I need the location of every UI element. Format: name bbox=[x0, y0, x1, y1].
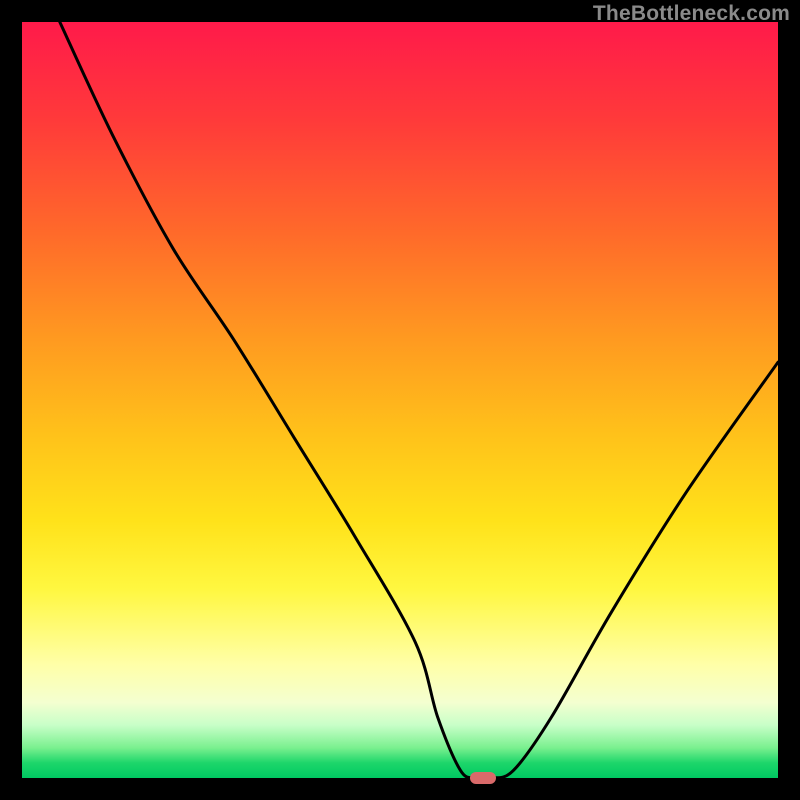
optimum-marker bbox=[470, 772, 496, 784]
watermark-text: TheBottleneck.com bbox=[593, 2, 790, 26]
plot-area bbox=[22, 22, 778, 778]
bottleneck-curve bbox=[22, 22, 778, 778]
chart-frame: TheBottleneck.com bbox=[0, 0, 800, 800]
